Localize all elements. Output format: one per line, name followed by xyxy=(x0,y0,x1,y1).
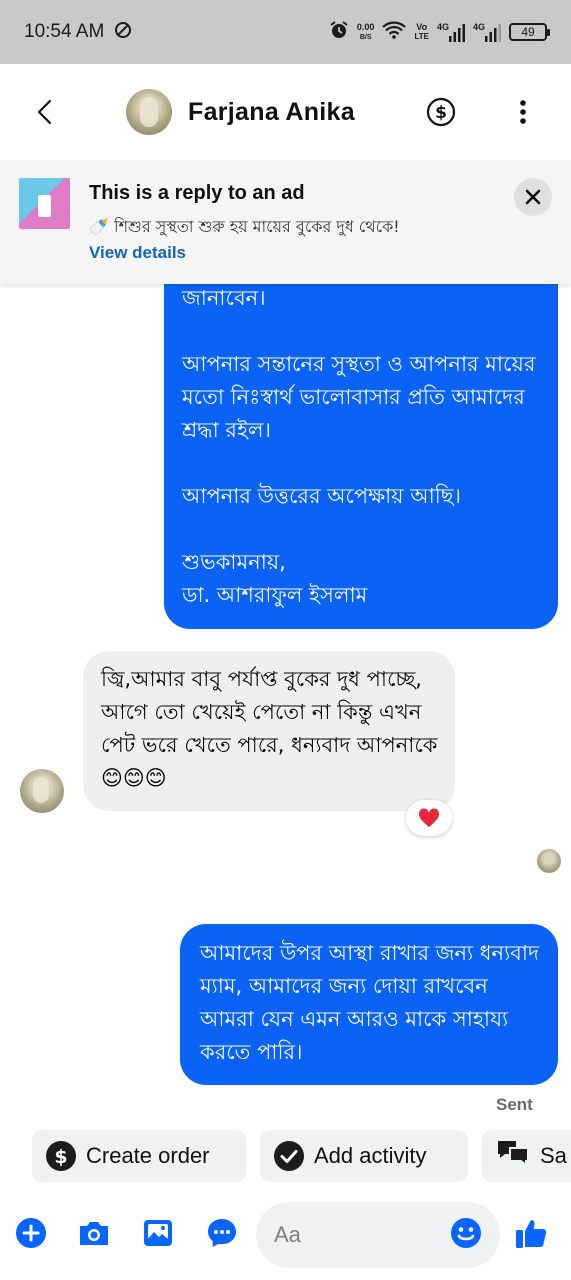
contact-avatar[interactable] xyxy=(126,89,172,135)
saved-replies-label: Sa xyxy=(540,1143,567,1168)
volte-top: Vo xyxy=(416,22,428,32)
status-time: 10:54 AM xyxy=(24,21,105,42)
camera-button[interactable] xyxy=(77,1216,111,1250)
alarm-icon xyxy=(329,20,349,45)
battery-level: 49 xyxy=(521,25,535,39)
gallery-button[interactable] xyxy=(141,1216,175,1250)
volte-bottom: LTE xyxy=(414,32,429,41)
message-paragraph: আপনার সন্তানের সুস্থতা ও আপনার মায়ের মত… xyxy=(182,352,536,442)
signal-bars-2-icon xyxy=(485,23,501,42)
saved-replies-composer-button[interactable] xyxy=(205,1216,239,1250)
create-order-button[interactable]: $ Create order xyxy=(32,1130,246,1182)
network-type-1: 4G xyxy=(436,21,449,32)
network-type-2: 4G xyxy=(472,21,485,32)
heart-icon xyxy=(418,808,440,827)
contact-avatar-small[interactable] xyxy=(20,769,64,813)
add-button[interactable] xyxy=(14,1216,48,1250)
back-button[interactable] xyxy=(27,64,63,160)
dollar-icon: $ xyxy=(46,1141,76,1171)
ad-description-text: 🍼 শিশুর সুস্থতা শুরু হয় মায়ের বুকের দু… xyxy=(89,217,400,236)
contact-name[interactable]: Farjana Anika xyxy=(188,98,355,127)
svg-text:$: $ xyxy=(435,103,447,123)
network-speed: 0.00 B/S xyxy=(356,21,375,42)
wifi-icon xyxy=(382,21,407,44)
conversation-header: Farjana Anika $ xyxy=(0,64,571,160)
signoff-name: ডা. আশরাফুল ইসলাম xyxy=(182,583,368,607)
add-activity-button[interactable]: Add activity xyxy=(260,1130,468,1182)
svg-text:$: $ xyxy=(54,1146,67,1168)
payment-button[interactable]: $ xyxy=(423,94,459,130)
ad-reply-banner: This is a reply to an ad 🍼 শিশুর সুস্থতা… xyxy=(0,160,571,284)
message-text: জ্বি,আমার বাবু পর্যাপ্ত বুকের দুধ পাচ্ছে… xyxy=(101,667,438,790)
emoji-button[interactable] xyxy=(449,1216,483,1250)
status-bar: 10:54 AM 0.00 B/S Vo LTE 4G 4G 49 xyxy=(0,0,571,64)
heart-reaction[interactable]: ❤️ xyxy=(406,800,452,836)
like-button[interactable] xyxy=(514,1216,548,1250)
network-speed-unit: B/S xyxy=(359,33,372,41)
sent-message-bubble[interactable]: আমাদের উপর আস্থা রাখার জন্য ধন্যবাদ ম্যা… xyxy=(180,924,558,1085)
view-details-link[interactable]: View details xyxy=(89,243,186,262)
network-speed-value: 0.00 xyxy=(356,21,375,32)
signal-2: 4G xyxy=(472,21,501,42)
do-not-disturb-icon xyxy=(114,21,132,43)
close-icon xyxy=(525,189,541,205)
add-activity-label: Add activity xyxy=(314,1143,427,1168)
camera-icon xyxy=(80,1222,108,1245)
ad-banner-description: 🍼 শিশুর সুস্থতা শুরু হয় মায়ের বুকের দু… xyxy=(89,214,429,266)
message-signoff: শুভকামনায়, ডা. আশরাফুল ইসলাম xyxy=(182,546,542,612)
saved-replies-button[interactable]: Sa xyxy=(482,1130,571,1182)
dollar-circle-icon: $ xyxy=(426,97,456,127)
seen-by-avatar xyxy=(537,849,561,873)
message-status: Sent xyxy=(496,1095,533,1114)
signal-bars-1-icon xyxy=(448,23,465,42)
sent-message-bubble[interactable]: জানাবেন। আপনার সন্তানের সুস্থতা ও আপনার … xyxy=(164,262,558,629)
ad-banner-title: This is a reply to an ad xyxy=(89,182,305,204)
close-ad-banner-button[interactable] xyxy=(514,178,552,216)
received-message-bubble[interactable]: জ্বি,আমার বাবু পর্যাপ্ত বুকের দুধ পাচ্ছে… xyxy=(83,651,455,811)
thumbs-up-icon xyxy=(516,1220,547,1248)
quick-actions-bar: $ Create order Add activity Sa xyxy=(0,1130,571,1182)
message-composer xyxy=(0,1196,571,1280)
signal-1: 4G xyxy=(436,21,465,42)
chevron-left-icon xyxy=(37,99,52,125)
create-order-label: Create order xyxy=(86,1143,210,1168)
smiley-icon xyxy=(451,1218,481,1248)
ad-thumbnail[interactable] xyxy=(19,178,70,229)
more-options-button[interactable] xyxy=(505,94,541,130)
volte-indicator: Vo LTE xyxy=(414,22,429,42)
message-text: আমাদের উপর আস্থা রাখার জন্য ধন্যবাদ ম্যা… xyxy=(200,941,539,1064)
signoff-greeting: শুভকামনায়, xyxy=(182,550,286,574)
battery-indicator: 49 xyxy=(509,23,550,41)
more-vertical-icon xyxy=(520,100,526,124)
chat-dots-icon xyxy=(208,1219,236,1247)
plus-circle-icon xyxy=(16,1218,46,1248)
message-paragraph: আপনার উত্তরের অপেক্ষায় আছি। xyxy=(182,484,461,508)
checkmark-icon xyxy=(274,1141,304,1171)
message-paragraph: জানাবেন। xyxy=(182,286,266,310)
chat-bubbles-icon xyxy=(496,1138,530,1174)
image-icon xyxy=(144,1220,172,1246)
